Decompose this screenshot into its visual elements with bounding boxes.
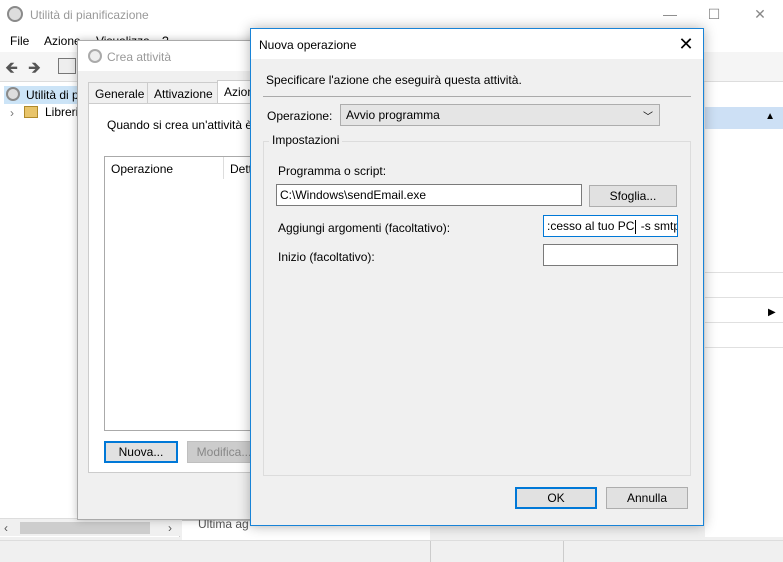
program-label: Programma o script:: [278, 164, 387, 178]
horizontal-scrollbar[interactable]: ‹ ›: [0, 518, 182, 536]
divider: [705, 322, 783, 323]
clock-icon: [6, 87, 20, 101]
clock-icon: [7, 6, 23, 22]
chevron-down-icon: ﹀: [643, 112, 653, 123]
menu-file[interactable]: File: [10, 34, 29, 48]
status-divider: [430, 541, 431, 562]
forward-arrow-icon[interactable]: 🡺: [28, 57, 41, 84]
tab-generale[interactable]: Generale: [88, 82, 152, 104]
operation-select[interactable]: Avvio programma ﹀: [340, 104, 660, 126]
start-in-input[interactable]: [543, 244, 678, 266]
status-bar: [0, 540, 783, 562]
clock-icon: [88, 49, 102, 63]
chevron-right-icon[interactable]: ▶: [768, 307, 776, 318]
new-action-button[interactable]: Nuova...: [104, 441, 178, 463]
settings-group-label: Impostazioni: [269, 133, 343, 147]
ok-button[interactable]: OK: [515, 487, 597, 509]
actions-pane-header: ▲: [705, 107, 783, 129]
status-divider: [563, 541, 564, 562]
scroll-thumb[interactable]: [20, 522, 150, 534]
main-titlebar: Utilità di pianificazione — ☐ ✕: [0, 0, 783, 30]
arguments-value-before-caret: :cesso al tuo PC: [547, 219, 635, 233]
operation-select-value: Avvio programma: [346, 108, 440, 122]
divider: [705, 272, 783, 273]
main-window-title: Utilità di pianificazione: [30, 8, 149, 22]
scroll-right-icon[interactable]: ›: [168, 521, 172, 535]
arguments-value-after-caret: -s smtp.: [640, 219, 677, 233]
arguments-input[interactable]: :cesso al tuo PC -s smtp.: [543, 215, 678, 237]
cancel-button[interactable]: Annulla: [606, 487, 688, 509]
tree-root-label: Utilità di p: [26, 88, 79, 102]
chevron-up-icon[interactable]: ▲: [765, 111, 775, 122]
actions-description: Quando si crea un'attività è: [107, 118, 253, 132]
chevron-right-icon[interactable]: ›: [10, 106, 14, 120]
tree-root-item[interactable]: Utilità di p: [4, 86, 80, 104]
minimize-button[interactable]: —: [660, 4, 680, 24]
new-action-dialog: Nuova operazione ✕ Specificare l'azione …: [250, 28, 704, 526]
start-in-label: Inizio (facoltativo):: [278, 250, 375, 264]
dialog-titlebar: Nuova operazione ✕: [251, 29, 703, 59]
menu-azione[interactable]: Azione: [44, 34, 81, 48]
scroll-left-icon[interactable]: ‹: [4, 521, 8, 535]
program-input-value: C:\Windows\sendEmail.exe: [280, 188, 427, 202]
create-task-title: Crea attività: [107, 50, 172, 64]
tab-attivazione[interactable]: Attivazione: [147, 82, 220, 104]
column-divider[interactable]: [223, 157, 224, 179]
divider: [705, 297, 783, 298]
operation-label: Operazione:: [267, 109, 333, 123]
maximize-button[interactable]: ☐: [704, 4, 724, 24]
dialog-title: Nuova operazione: [259, 38, 357, 52]
folder-icon: [24, 106, 38, 118]
dialog-instruction: Specificare l'azione che eseguirà questa…: [266, 73, 522, 87]
divider: [263, 96, 691, 97]
arguments-label: Aggiungi argomenti (facoltativo):: [278, 221, 451, 235]
close-icon[interactable]: ✕: [673, 31, 699, 57]
column-header-operazione[interactable]: Operazione: [111, 162, 173, 176]
program-input[interactable]: C:\Windows\sendEmail.exe: [276, 184, 582, 206]
browse-button[interactable]: Sfoglia...: [589, 185, 677, 207]
back-arrow-icon[interactable]: 🡸: [5, 57, 18, 84]
console-icon[interactable]: [58, 58, 76, 74]
divider: [705, 347, 783, 348]
close-button[interactable]: ✕: [750, 4, 770, 24]
